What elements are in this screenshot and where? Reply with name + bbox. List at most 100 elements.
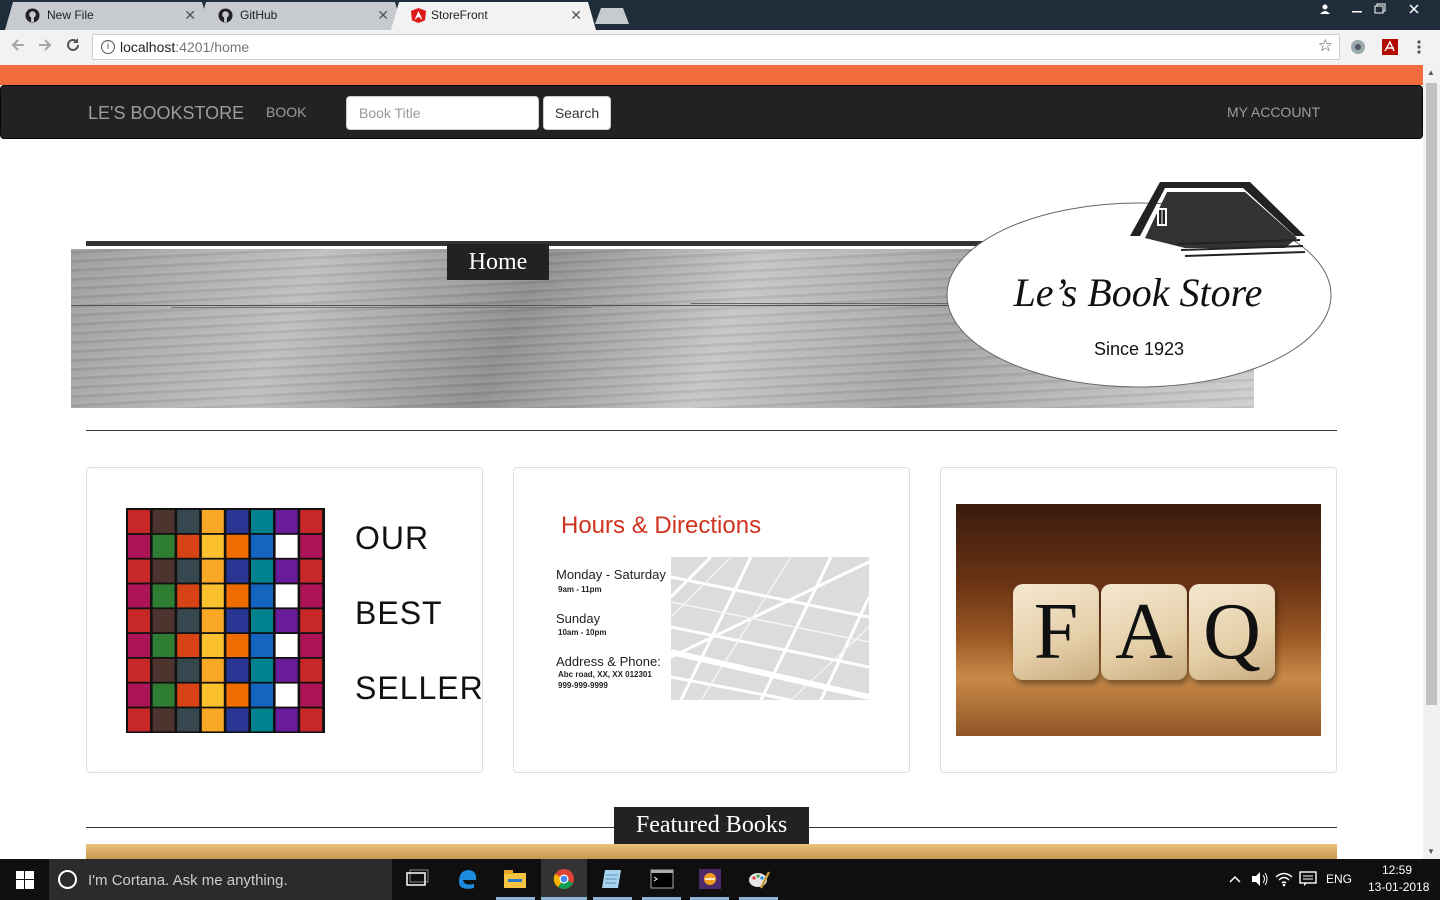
book-cover-thumb [300, 683, 323, 707]
paint-icon[interactable] [747, 868, 771, 890]
phone-text: 999-999-9999 [558, 681, 608, 690]
book-cover-thumb [128, 534, 150, 558]
book-cover-thumb [251, 658, 273, 682]
task-view-icon[interactable] [405, 868, 429, 890]
tab-label: StoreFront [431, 8, 488, 22]
sunday-label: Sunday [556, 611, 601, 626]
info-icon[interactable]: i [101, 40, 115, 54]
language-indicator[interactable]: ENG [1326, 872, 1352, 886]
book-cover-thumb [275, 559, 298, 583]
minimize-window-icon[interactable] [1345, 0, 1369, 18]
bookmark-star-icon[interactable]: ☆ [1318, 36, 1333, 56]
reload-icon[interactable] [63, 37, 83, 57]
featured-books-label: Featured Books [614, 807, 809, 844]
close-tab-icon[interactable]: ✕ [570, 2, 582, 28]
book-cover-thumb [300, 534, 323, 558]
store-logo: Le’s Book Store Since 1923 [946, 182, 1332, 388]
github-icon [218, 8, 233, 23]
my-account-link[interactable]: MY ACCOUNT [1227, 104, 1320, 120]
book-cover-thumb [251, 584, 273, 608]
angular-icon [411, 8, 426, 23]
address-bar[interactable]: i localhost:4201/home ☆ [92, 34, 1340, 60]
book-cover-thumb [152, 658, 175, 682]
book-cover-thumb [275, 510, 298, 533]
book-cover-thumb [300, 609, 323, 633]
browser-menu-icon[interactable] [1416, 38, 1422, 56]
faq-image: F A Q [956, 504, 1321, 736]
cortana-search-box[interactable]: I'm Cortana. Ask me anything. [49, 859, 392, 900]
faq-cube-f: F [1013, 584, 1099, 680]
book-cover-thumb [201, 534, 224, 558]
command-prompt-icon[interactable] [650, 868, 674, 890]
chrome-icon[interactable] [552, 868, 576, 890]
book-cover-thumb [128, 609, 150, 633]
book-cover-thumb [177, 634, 200, 657]
bestseller-word-seller: SELLER [355, 670, 484, 706]
book-cover-thumb [275, 584, 298, 608]
windows-start-icon[interactable] [16, 871, 34, 894]
brand-link[interactable]: LE'S BOOKSTORE [88, 103, 244, 124]
app-navbar: LE'S BOOKSTORE BOOK Search MY ACCOUNT [0, 85, 1423, 139]
bestseller-word-our: OUR [355, 520, 430, 556]
new-tab-button[interactable] [595, 8, 629, 24]
pdf-extension-icon[interactable] [1381, 38, 1399, 56]
close-tab-icon[interactable]: ✕ [377, 2, 389, 28]
book-cover-thumb [226, 534, 249, 558]
game-app-icon[interactable] [698, 868, 722, 890]
tab-github[interactable]: GitHub ✕ [198, 2, 403, 30]
book-cover-thumb [177, 584, 200, 608]
book-cover-thumb [300, 584, 323, 608]
book-cover-thumb [275, 609, 298, 633]
book-cover-thumb [177, 510, 200, 533]
action-center-icon[interactable] [1299, 871, 1317, 887]
close-window-icon[interactable] [1402, 0, 1426, 18]
book-cover-thumb [128, 559, 150, 583]
book-cover-thumb [251, 559, 273, 583]
extension-icon[interactable] [1349, 38, 1367, 56]
map-image [671, 557, 869, 700]
divider [86, 430, 1337, 431]
book-cover-thumb [300, 510, 323, 533]
book-cover-thumb [128, 584, 150, 608]
book-cover-thumb [300, 708, 323, 732]
book-cover-thumb [226, 559, 249, 583]
book-cover-thumb [201, 634, 224, 657]
book-cover-thumb [152, 534, 175, 558]
scrollbar-thumb[interactable] [1426, 83, 1437, 705]
wifi-icon[interactable] [1275, 871, 1293, 887]
bestseller-word-best: BEST [355, 595, 443, 631]
edge-browser-icon[interactable] [455, 868, 479, 890]
file-explorer-icon[interactable] [503, 868, 527, 890]
search-button[interactable]: Search [543, 96, 611, 130]
nav-book-link[interactable]: BOOK [266, 104, 306, 120]
book-cover-thumb [300, 658, 323, 682]
forward-icon[interactable] [35, 37, 55, 57]
book-cover-thumb [201, 584, 224, 608]
book-cover-thumb [226, 510, 249, 533]
tab-storefront[interactable]: StoreFront ✕ [391, 2, 596, 30]
clock-time[interactable]: 12:59 [1382, 863, 1412, 877]
book-cover-thumb [128, 510, 150, 533]
url-host: localhost [120, 39, 176, 55]
notepad-icon[interactable] [600, 868, 624, 890]
back-icon[interactable] [8, 37, 28, 57]
close-tab-icon[interactable]: ✕ [184, 2, 196, 28]
book-cover-thumb [128, 708, 150, 732]
scroll-down-icon[interactable]: ▼ [1427, 847, 1435, 856]
restore-window-icon[interactable] [1368, 0, 1392, 18]
scroll-up-icon[interactable]: ▲ [1427, 68, 1435, 77]
home-banner-label: Home [447, 244, 549, 280]
page-scrollbar[interactable]: ▲ ▼ [1423, 65, 1440, 859]
accent-strip [0, 65, 1423, 85]
volume-icon[interactable] [1251, 871, 1269, 887]
book-cover-thumb [152, 708, 175, 732]
profile-icon[interactable] [1313, 0, 1337, 18]
featured-shelf-image [86, 844, 1337, 859]
tab-new-file[interactable]: New File ✕ [5, 2, 210, 30]
show-hidden-icons-chevron-icon[interactable] [1229, 874, 1241, 884]
book-cover-thumb [152, 634, 175, 657]
book-cover-thumb [275, 683, 298, 707]
book-cover-thumb [201, 708, 224, 732]
book-title-search-input[interactable] [346, 96, 539, 130]
clock-date[interactable]: 13-01-2018 [1368, 880, 1429, 894]
